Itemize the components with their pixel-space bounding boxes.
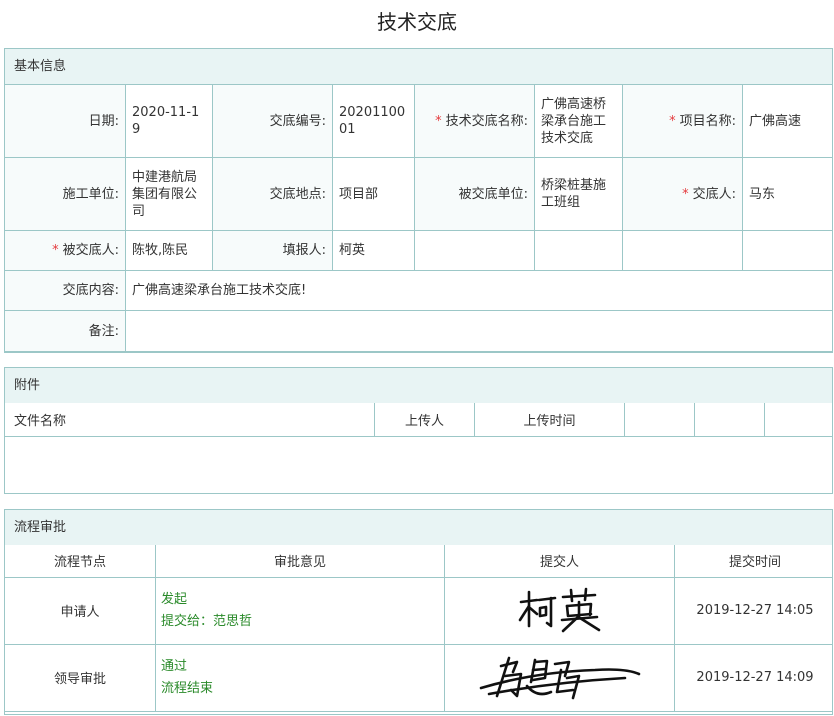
flow-node: 申请人 xyxy=(5,576,156,645)
disclosee-value: 陈牧,陈民 xyxy=(125,230,213,271)
required-mark: * xyxy=(435,113,442,129)
col-upload-time: 上传时间 xyxy=(474,403,625,437)
flow-panel: 流程审批 流程节点 审批意见 提交人 提交时间 申请人 发起 提交给：范思哲 2… xyxy=(4,509,833,715)
opinion-detail: 提交给：范思哲 xyxy=(161,613,253,629)
remark-value xyxy=(125,310,832,352)
disclosee-label: * 被交底人: xyxy=(5,230,126,271)
flow-signature-cell xyxy=(444,643,675,712)
opinion-text: 发起 xyxy=(161,591,188,607)
project-name-value: 广佛高速 xyxy=(742,84,832,158)
signature-image xyxy=(479,656,640,699)
flow-row: 领导审批 通过 流程结束 2019-12-27 14:09 xyxy=(5,643,832,712)
info-row-2: 施工单位: 中建港航局集团有限公司 交底地点: 项目部 被交底单位: 桥梁桩基施… xyxy=(5,157,832,231)
info-row-content: 交底内容: 广佛高速梁承台施工技术交底! xyxy=(5,270,832,311)
info-row-3: * 被交底人: 陈牧,陈民 填报人: 柯英 xyxy=(5,230,832,271)
location-value: 项目部 xyxy=(332,157,415,231)
discloser-value: 马东 xyxy=(742,157,832,231)
info-row-remark: 备注: xyxy=(5,310,832,352)
col-submitter: 提交人 xyxy=(444,545,675,578)
content-value: 广佛高速梁承台施工技术交底! xyxy=(125,270,832,311)
col-empty xyxy=(694,403,765,437)
disclosure-name-value: 广佛高速桥梁承台施工技术交底 xyxy=(534,84,623,158)
empty-cell xyxy=(414,230,535,271)
flow-opinion: 发起 提交给：范思哲 xyxy=(155,576,445,645)
construction-unit-label: 施工单位: xyxy=(5,157,126,231)
signature-image xyxy=(518,587,600,632)
discloser-label: * 交底人: xyxy=(622,157,743,231)
page-title: 技术交底 xyxy=(377,10,457,34)
date-label: 日期: xyxy=(5,84,126,158)
construction-unit-value: 中建港航局集团有限公司 xyxy=(125,157,213,231)
opinion-detail: 流程结束 xyxy=(161,680,214,696)
remark-label: 备注: xyxy=(5,310,126,352)
col-empty xyxy=(624,403,695,437)
flow-node: 领导审批 xyxy=(5,643,156,712)
required-mark: * xyxy=(669,113,676,129)
receiving-unit-value: 桥梁桩基施工班组 xyxy=(534,157,623,231)
info-row-1: 日期: 2020-11-19 交底编号: 2020110001 * 技术交底名称:… xyxy=(5,84,832,158)
col-file-name: 文件名称 xyxy=(5,403,375,437)
flow-row: 申请人 发起 提交给：范思哲 2019-12-27 14:05 xyxy=(5,576,832,645)
required-mark: * xyxy=(52,243,59,258)
reporter-label: 填报人: xyxy=(212,230,333,271)
flow-signature-cell xyxy=(444,576,675,645)
attachment-panel: 附件 文件名称 上传人 上传时间 xyxy=(4,367,833,494)
col-node: 流程节点 xyxy=(5,545,156,578)
col-submit-time: 提交时间 xyxy=(674,545,832,578)
code-label: 交底编号: xyxy=(212,84,333,158)
location-label: 交底地点: xyxy=(212,157,333,231)
flow-table: 流程节点 审批意见 提交人 提交时间 申请人 发起 提交给：范思哲 2019-1… xyxy=(5,545,832,712)
attachment-empty-area xyxy=(5,435,832,492)
opinion-text: 通过 xyxy=(161,658,188,674)
col-opinion: 审批意见 xyxy=(155,545,445,578)
disclosure-name-label: * 技术交底名称: xyxy=(414,84,535,158)
basic-info-panel: 基本信息 日期: 2020-11-19 交底编号: 2020110001 * 技术… xyxy=(4,48,833,353)
basic-info-header: 基本信息 xyxy=(5,49,832,85)
flow-time: 2019-12-27 14:05 xyxy=(674,576,832,645)
attachment-table: 文件名称 上传人 上传时间 xyxy=(5,403,832,492)
code-value: 2020110001 xyxy=(332,84,415,158)
flow-time: 2019-12-27 14:09 xyxy=(674,643,832,712)
basic-info-table: 日期: 2020-11-19 交底编号: 2020110001 * 技术交底名称:… xyxy=(5,84,832,352)
flow-header: 流程审批 xyxy=(5,510,832,546)
attachment-header: 附件 xyxy=(5,368,832,404)
receiving-unit-label: 被交底单位: xyxy=(414,157,535,231)
content-label: 交底内容: xyxy=(5,270,126,311)
flow-opinion: 通过 流程结束 xyxy=(155,643,445,712)
attachment-empty-row xyxy=(5,435,832,492)
col-empty xyxy=(764,403,832,437)
project-name-label: * 项目名称: xyxy=(622,84,743,158)
col-uploader: 上传人 xyxy=(374,403,475,437)
attachment-header-row: 文件名称 上传人 上传时间 xyxy=(5,403,832,437)
reporter-value: 柯英 xyxy=(332,230,415,271)
empty-cell xyxy=(622,230,743,271)
date-value: 2020-11-19 xyxy=(125,84,213,158)
required-mark: * xyxy=(682,186,689,202)
flow-header-row: 流程节点 审批意见 提交人 提交时间 xyxy=(5,545,832,578)
empty-cell xyxy=(534,230,623,271)
empty-cell xyxy=(742,230,832,271)
